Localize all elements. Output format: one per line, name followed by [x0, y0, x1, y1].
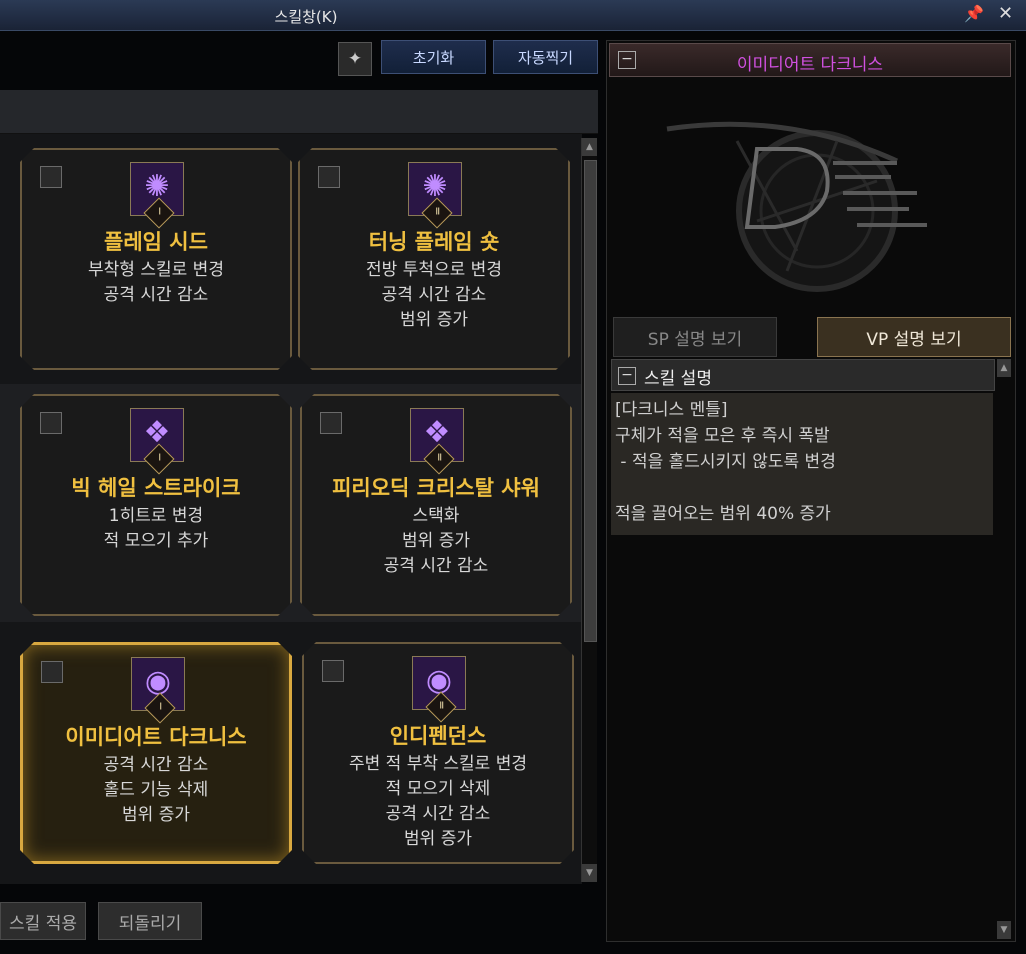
scroll-down-icon[interactable]: ▼: [582, 864, 597, 882]
skill-effect-line: 공격 시간 감소: [383, 556, 489, 576]
skill-checkbox[interactable]: [322, 660, 344, 682]
scroll-up-icon[interactable]: ▲: [997, 359, 1011, 377]
tier-numeral: Ⅰ: [158, 206, 162, 218]
description-line: [다크니스 멘틀]: [615, 400, 728, 420]
flame-ring-icon: ✺ Ⅱ: [408, 162, 462, 216]
skill-effects: 부착형 스킬로 변경공격 시간 감소: [22, 258, 290, 308]
revert-button[interactable]: 되돌리기: [98, 902, 202, 940]
dark-orb-icon: ◉ Ⅱ: [412, 656, 466, 710]
settings-icon: ✦: [347, 49, 363, 69]
scroll-down-icon[interactable]: ▼: [997, 921, 1011, 939]
detail-title: 이미디어트 다크니스: [736, 55, 884, 75]
skill-effect-line: 1히트로 변경: [108, 506, 204, 526]
tier-numeral: Ⅰ: [159, 701, 163, 713]
skill-list-scrollbar[interactable]: ▲ ▼: [581, 138, 597, 882]
skill-card[interactable]: ◉ Ⅰ 이미디어트 다크니스공격 시간 감소홀드 기능 삭제범위 증가: [20, 642, 292, 864]
skill-checkbox[interactable]: [40, 166, 62, 188]
dark-orb-icon: ◉ Ⅰ: [131, 657, 185, 711]
scroll-up-icon[interactable]: ▲: [582, 138, 597, 156]
tier-numeral: Ⅰ: [158, 452, 162, 464]
auto-assign-button[interactable]: 자동찍기: [493, 40, 598, 74]
description-line: - 적을 홀드시키지 않도록 변경: [615, 452, 836, 472]
skill-effect-line: 홀드 기능 삭제: [103, 780, 209, 800]
skill-detail-panel: − 이미디어트 다크니스 SP 설명 보기 VP 설명 보기 − 스킬 설명 […: [606, 40, 1016, 942]
collapse-icon[interactable]: −: [618, 367, 636, 385]
tier-numeral: Ⅱ: [437, 452, 443, 464]
detail-header: − 이미디어트 다크니스: [609, 43, 1011, 77]
skill-checkbox[interactable]: [320, 412, 342, 434]
skill-effect-line: 부착형 스킬로 변경: [88, 260, 224, 280]
skill-effect-line: 공격 시간 감소: [381, 285, 487, 305]
skill-effects: 1히트로 변경적 모으기 추가: [22, 504, 290, 554]
skill-effect-line: 공격 시간 감소: [103, 285, 209, 305]
window-title: 스킬창(K): [274, 8, 338, 26]
apply-skill-button[interactable]: 스킬 적용: [0, 902, 86, 940]
close-icon[interactable]: ✕: [998, 3, 1013, 24]
skill-effect-line: 전방 투척으로 변경: [366, 260, 502, 280]
tier-numeral: Ⅱ: [435, 206, 441, 218]
flame-ring-icon: ✺ Ⅰ: [130, 162, 184, 216]
tab-vp-description[interactable]: VP 설명 보기: [817, 317, 1011, 357]
description-scrollbar[interactable]: ▲ ▼: [997, 359, 1011, 939]
crystal-shards-icon: ❖ Ⅱ: [410, 408, 464, 462]
skill-card[interactable]: ❖ Ⅱ 피리오딕 크리스탈 샤워스택화범위 증가공격 시간 감소: [300, 394, 572, 616]
skill-effect-line: 주변 적 부착 스킬로 변경: [348, 754, 527, 774]
skill-effects: 스택화범위 증가공격 시간 감소: [302, 504, 570, 579]
skill-card[interactable]: ❖ Ⅰ 빅 헤일 스트라이크 1히트로 변경적 모으기 추가: [20, 394, 292, 616]
skill-effects: 전방 투척으로 변경공격 시간 감소범위 증가: [300, 258, 568, 333]
list-header-strip: [0, 90, 598, 134]
skill-effect-line: 범위 증가: [122, 805, 190, 825]
description-line: 적을 끌어오는 범위 40% 증가: [615, 504, 831, 524]
skill-description-header: − 스킬 설명: [611, 359, 995, 391]
skill-effect-line: 적 모으기 삭제: [385, 779, 491, 799]
skill-name: 빅 헤일 스트라이크: [71, 476, 241, 500]
skill-name: 피리오딕 크리스탈 샤워: [332, 476, 540, 500]
skill-effect-line: 범위 증가: [404, 829, 472, 849]
skill-name: 인디펜던스: [389, 724, 487, 748]
skill-description-body: [다크니스 멘틀] 구체가 적을 모은 후 즉시 폭발 - 적을 홀드시키지 않…: [611, 393, 993, 535]
window-titlebar: 스킬창(K) 📌 ✕: [0, 0, 1026, 31]
skill-effect-line: 적 모으기 추가: [103, 531, 209, 551]
skill-effects: 공격 시간 감소홀드 기능 삭제범위 증가: [23, 753, 289, 828]
game-logo: [666, 121, 927, 292]
skill-name: 터닝 플레임 숏: [368, 230, 500, 254]
skill-checkbox[interactable]: [41, 661, 63, 683]
crystal-shards-icon: ❖ Ⅰ: [130, 408, 184, 462]
skill-card[interactable]: ✺ Ⅰ 플레임 시드부착형 스킬로 변경공격 시간 감소: [20, 148, 292, 370]
skill-checkbox[interactable]: [40, 412, 62, 434]
tab-sp-description[interactable]: SP 설명 보기: [613, 317, 777, 357]
description-line: 구체가 적을 모은 후 즉시 폭발: [615, 426, 830, 446]
scroll-thumb[interactable]: [584, 160, 597, 642]
skill-card[interactable]: ◉ Ⅱ 인디펜던스주변 적 부착 스킬로 변경적 모으기 삭제공격 시간 감소범위 …: [302, 642, 574, 864]
skill-effect-line: 범위 증가: [402, 531, 470, 551]
skill-effect-line: 공격 시간 감소: [385, 804, 491, 824]
skill-name: 플레임 시드: [104, 230, 208, 254]
skill-name: 이미디어트 다크니스: [65, 725, 247, 749]
skill-effect-line: 스택화: [412, 506, 460, 526]
skill-card[interactable]: ✺ Ⅱ 터닝 플레임 숏전방 투척으로 변경공격 시간 감소범위 증가: [298, 148, 570, 370]
skill-effect-line: 범위 증가: [400, 310, 468, 330]
skill-effects: 주변 적 부착 스킬로 변경적 모으기 삭제공격 시간 감소범위 증가: [304, 752, 572, 852]
skill-checkbox[interactable]: [318, 166, 340, 188]
pin-icon[interactable]: 📌: [964, 4, 984, 23]
skill-effect-line: 공격 시간 감소: [103, 755, 209, 775]
tier-numeral: Ⅱ: [439, 700, 445, 712]
reset-button[interactable]: 초기화: [381, 40, 486, 74]
skill-settings-button[interactable]: ✦: [338, 42, 372, 76]
section-label: 스킬 설명: [644, 369, 712, 389]
